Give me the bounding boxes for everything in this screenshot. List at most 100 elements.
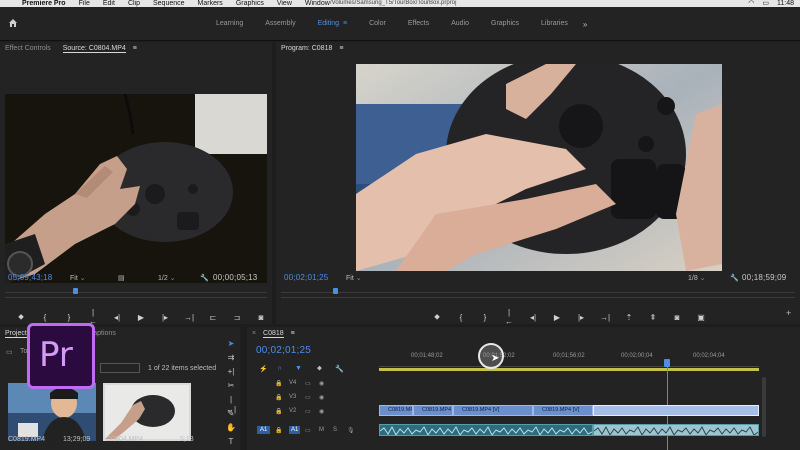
audio-source-patch[interactable]: A1 [257, 426, 271, 434]
program-resolution-select[interactable]: 1/8 [688, 274, 706, 282]
program-timecode[interactable]: 00;02;01;25 [284, 273, 328, 282]
eye-icon[interactable]: ◉ [319, 380, 324, 387]
go-to-out-icon[interactable]: →| [600, 313, 610, 322]
add-marker-icon[interactable]: ⬥ [16, 312, 26, 322]
go-to-in-icon[interactable]: |← [504, 308, 514, 326]
timeline-timecode[interactable]: 00;02;01;25 [256, 345, 311, 356]
program-menu-icon[interactable]: ≡ [339, 45, 343, 52]
more-workspaces-icon[interactable]: » [583, 20, 587, 29]
extract-icon[interactable]: ⇞ [648, 313, 658, 322]
panel-menu-icon[interactable]: ≡ [133, 45, 137, 52]
project-item-thumb-c0819[interactable] [8, 383, 96, 441]
timeline-close-icon[interactable]: × [252, 330, 256, 337]
add-marker-icon[interactable]: ⬥ [432, 312, 442, 322]
source-scrollbar[interactable] [5, 297, 267, 298]
program-time-ruler[interactable] [281, 287, 795, 293]
slip-tool-icon[interactable]: |↔| [226, 395, 236, 414]
track-select-tool-icon[interactable]: ⇉ [226, 353, 236, 363]
program-playhead[interactable] [333, 288, 338, 294]
timeline-clip-selected[interactable] [593, 405, 759, 416]
program-scrollbar[interactable] [281, 297, 795, 298]
timeline-playhead-handle[interactable] [664, 359, 670, 367]
sequence-tab[interactable]: C0818 [263, 330, 284, 338]
menu-clip[interactable]: Clip [128, 0, 140, 7]
tab-effects[interactable]: Effects [397, 7, 440, 41]
tab-audio[interactable]: Audio [440, 7, 480, 41]
eye-icon[interactable]: ◉ [319, 408, 324, 415]
export-frame-icon[interactable]: ◙ [256, 313, 266, 322]
menu-view[interactable]: View [277, 0, 292, 7]
menu-graphics[interactable]: Graphics [236, 0, 264, 7]
program-zoom-select[interactable]: Fit [346, 274, 362, 282]
timeline-clip[interactable]: C0819.MP4 [379, 405, 413, 416]
source-timecode[interactable]: 05;09;43;18 [8, 273, 52, 282]
lift-icon[interactable]: ⇡ [624, 313, 634, 322]
source-zoom-select[interactable]: Fit [70, 274, 86, 282]
timeline-clip[interactable]: C0819.MP4 [V] [453, 405, 533, 416]
timeline-clip[interactable]: C0819.MP4 [V] [533, 405, 593, 416]
comparison-view-icon[interactable]: ▣ [696, 313, 706, 322]
step-forward-icon[interactable]: |▸ [160, 313, 170, 322]
audio-clip-selected[interactable] [593, 424, 759, 436]
menu-app-name[interactable]: Premiere Pro [22, 0, 66, 7]
step-back-icon[interactable]: ◂| [528, 313, 538, 322]
wifi-icon[interactable]: ◠ [748, 0, 754, 7]
project-item-thumb-c0804[interactable] [103, 383, 191, 441]
audio-clip[interactable] [379, 424, 593, 436]
step-forward-icon[interactable]: |▸ [576, 313, 586, 322]
ripple-edit-tool-icon[interactable]: +| [226, 367, 236, 377]
menu-markers[interactable]: Markers [198, 0, 223, 7]
mark-in-icon[interactable]: { [40, 313, 50, 322]
program-wrench-icon[interactable]: 🔧 [730, 274, 739, 282]
tab-graphics[interactable]: Graphics [480, 7, 530, 41]
program-title[interactable]: Program: C0818 [281, 45, 332, 52]
program-add-icon[interactable]: + [786, 308, 791, 318]
pen-tool-icon[interactable]: ✎ [226, 409, 236, 419]
tab-color[interactable]: Color [358, 7, 397, 41]
go-to-out-icon[interactable]: →| [184, 313, 194, 322]
hamburger-icon[interactable]: ≡ [343, 20, 347, 27]
track-name-a1[interactable]: A1 [289, 426, 301, 434]
source-time-ruler[interactable] [5, 287, 267, 293]
mute-button[interactable]: M [319, 427, 324, 433]
snap-icon[interactable]: ⚡ [259, 365, 268, 373]
timeline-scrollbar[interactable] [762, 377, 766, 437]
home-icon[interactable] [8, 18, 18, 28]
lock-icon[interactable]: 🔒 [275, 394, 282, 401]
tab-assembly[interactable]: Assembly [254, 7, 306, 41]
sync-lock-icon[interactable]: ▭ [305, 408, 311, 415]
mark-out-icon[interactable]: } [480, 313, 490, 322]
microphone-icon[interactable]: 🎙 [347, 427, 355, 434]
source-resolution-select[interactable]: 1/2 [158, 274, 176, 282]
mark-out-icon[interactable]: } [64, 313, 74, 322]
insert-icon[interactable]: ⊏ [208, 313, 218, 322]
battery-icon[interactable]: ▭ [762, 0, 769, 7]
selection-tool-icon[interactable]: ➤ [226, 339, 236, 349]
source-playhead[interactable] [73, 288, 78, 294]
mark-in-icon[interactable]: { [456, 313, 466, 322]
source-settings-icon[interactable]: ▤ [118, 274, 125, 282]
tab-editing[interactable]: Editing ≡ [307, 7, 359, 41]
tab-libraries[interactable]: Libraries [530, 7, 579, 41]
menu-sequence[interactable]: Sequence [153, 0, 185, 7]
timeline-clip[interactable]: C0819.MP4 [V] [413, 405, 453, 416]
clock[interactable]: 11:48 [777, 0, 794, 7]
sync-lock-icon[interactable]: ▭ [305, 380, 311, 387]
work-area-bar[interactable] [379, 368, 759, 371]
play-icon[interactable]: ▶ [136, 313, 146, 322]
tab-source[interactable]: Source: C0804.MP4 [62, 45, 126, 53]
overwrite-icon[interactable]: ⊐ [232, 313, 242, 322]
step-back-icon[interactable]: ◂| [112, 313, 122, 322]
solo-button[interactable]: S [333, 427, 337, 433]
bin-folder-icon[interactable]: ▭ [6, 348, 13, 356]
lock-icon[interactable]: 🔒 [275, 380, 282, 387]
type-tool-icon[interactable]: T [226, 437, 236, 447]
menu-file[interactable]: File [79, 0, 90, 7]
lock-icon[interactable]: 🔒 [275, 427, 282, 434]
sync-lock-icon[interactable]: ▭ [305, 427, 311, 434]
tab-learning[interactable]: Learning [205, 7, 254, 41]
linked-selection-icon[interactable]: ∩ [277, 365, 282, 372]
menu-edit[interactable]: Edit [103, 0, 115, 7]
search-input[interactable] [100, 363, 140, 373]
add-marker-timeline-icon[interactable]: ▼ [295, 365, 302, 372]
